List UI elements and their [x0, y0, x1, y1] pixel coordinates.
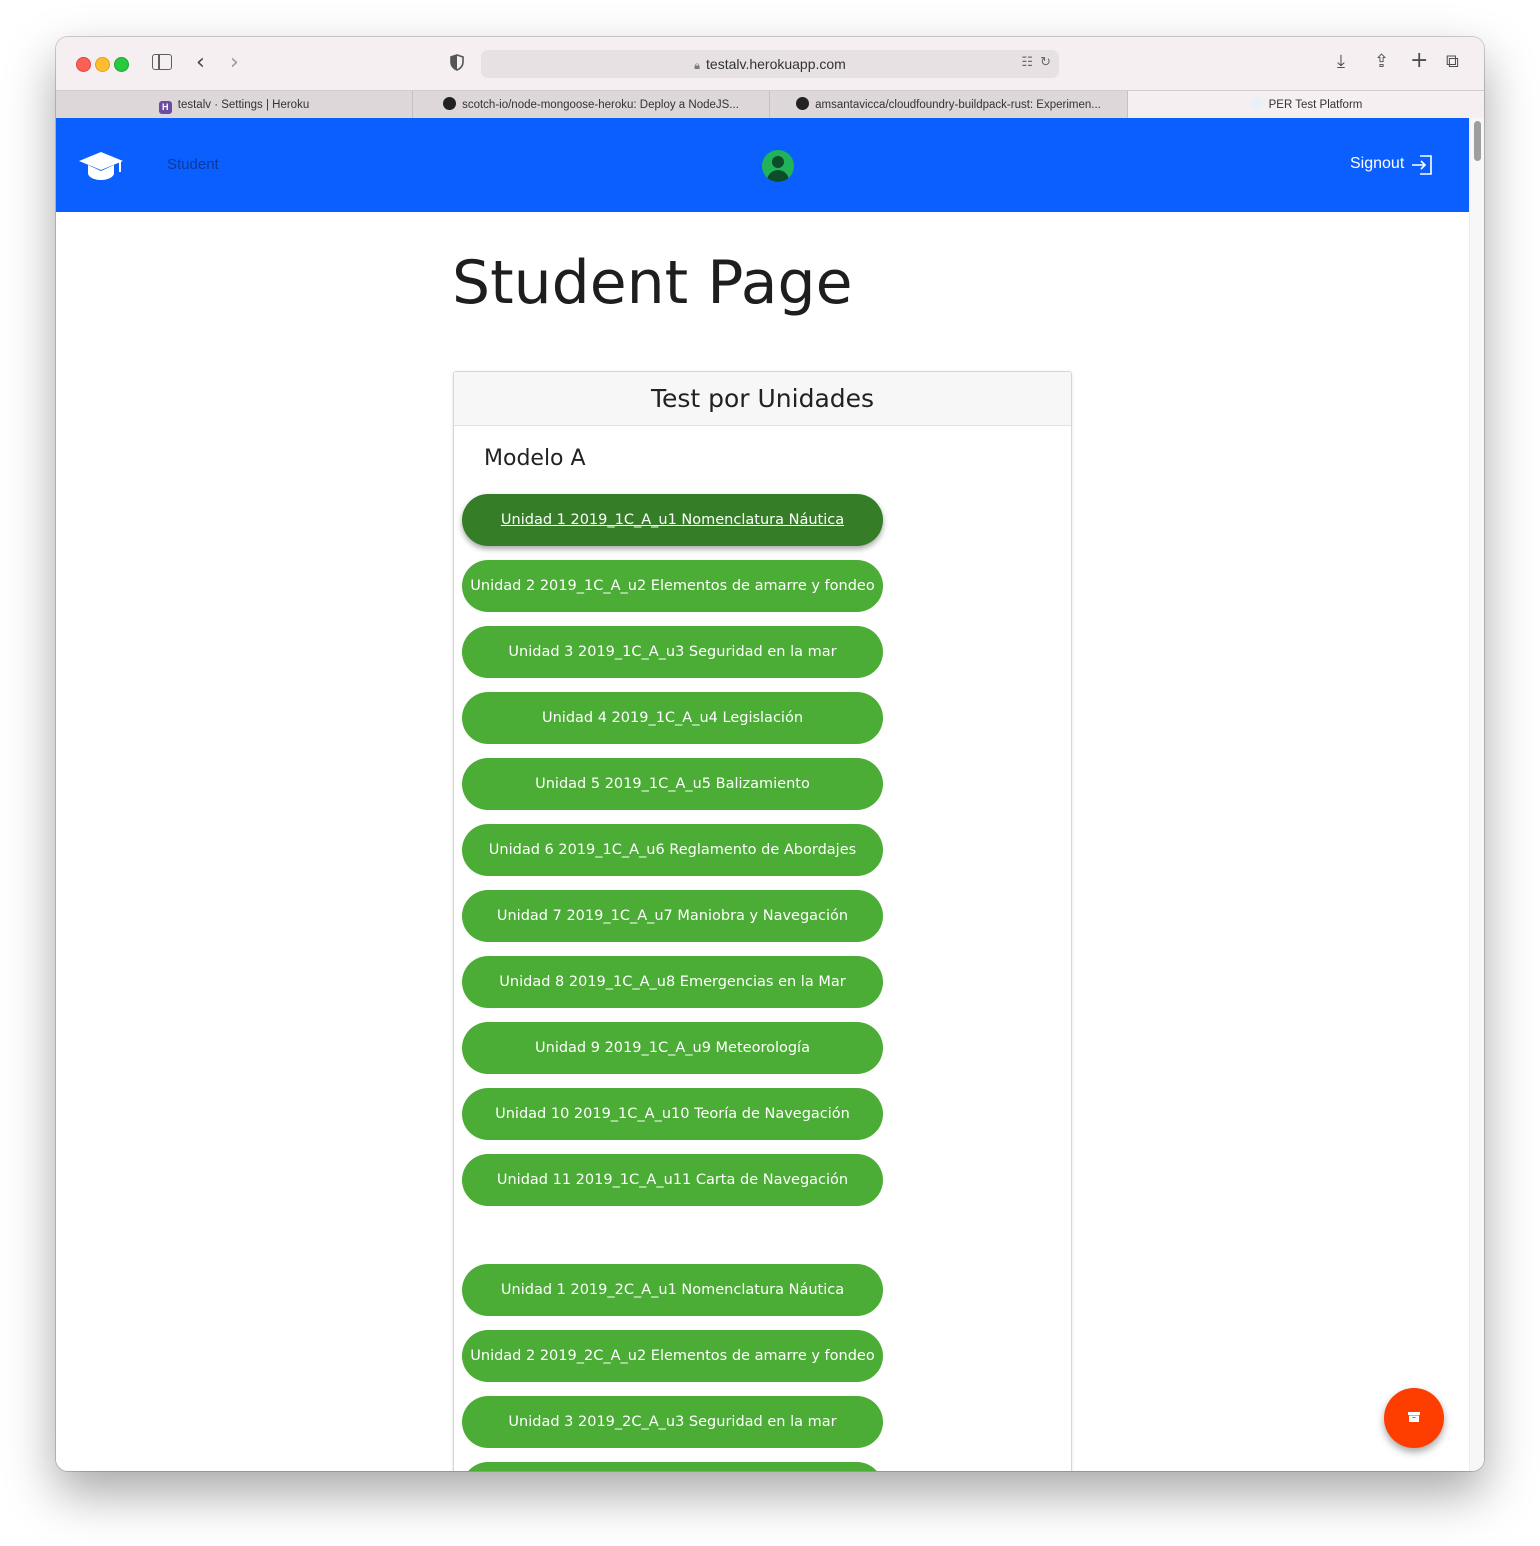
signout-link[interactable]: Signout [1350, 155, 1404, 173]
archive-box-icon [1408, 1412, 1420, 1422]
unit-test-button[interactable]: Unidad 9 2019_1C_A_u9 Meteorología [462, 1022, 883, 1074]
tab-github-node-mongoose[interactable]: scotch-io/node-mongoose-heroku: Deploy a… [413, 91, 770, 119]
scrollbar-thumb[interactable] [1474, 121, 1481, 161]
zoom-window-button[interactable] [114, 57, 129, 72]
tab-overview-icon[interactable]: ⧉ [1446, 51, 1459, 72]
unit-test-button[interactable]: Unidad 5 2019_1C_A_u5 Balizamiento [462, 758, 883, 810]
unit-test-button[interactable]: Unidad 1 2019_2C_A_u1 Nomenclatura Náuti… [462, 1264, 883, 1316]
reload-icon[interactable]: ↻ [1040, 55, 1051, 70]
unit-test-button[interactable]: Unidad 1 2019_1C_A_u1 Nomenclatura Náuti… [462, 494, 883, 546]
unit-test-button[interactable]: Unidad 2 2019_2C_A_u2 Elementos de amarr… [462, 1330, 883, 1382]
tab-github-buildpack-rust[interactable]: amsantavicca/cloudfoundry-buildpack-rust… [770, 91, 1128, 119]
browser-window: ‹ › 🔒︎ testalv.herokuapp.com ☷ ↻ ⤓ ⇪ + ⧉ … [56, 37, 1484, 1471]
tab-per-test-platform[interactable]: PER Test Platform [1128, 91, 1484, 119]
nav-student-link[interactable]: Student [167, 156, 219, 173]
lock-icon: 🔒︎ [694, 60, 701, 72]
unit-test-button[interactable]: Unidad 4 2019_1C_A_u4 Legislación [462, 692, 883, 744]
sidebar-toggle-icon[interactable] [152, 54, 172, 70]
unit-test-button[interactable] [462, 1462, 883, 1471]
heroku-icon: H [158, 101, 172, 114]
browser-toolbar: ‹ › 🔒︎ testalv.herokuapp.com ☷ ↻ ⤓ ⇪ + ⧉ [56, 37, 1484, 90]
unit-test-button[interactable]: Unidad 6 2019_1C_A_u6 Reglamento de Abor… [462, 824, 883, 876]
section-title: Modelo A [484, 446, 586, 471]
share-icon[interactable]: ⇪ [1374, 51, 1389, 72]
minimize-window-button[interactable] [95, 57, 110, 72]
github-icon [443, 97, 457, 110]
avatar[interactable] [762, 150, 794, 182]
per-icon [1249, 97, 1263, 110]
new-tab-icon[interactable]: + [1410, 48, 1428, 73]
top-navbar: Student Signout [56, 118, 1469, 212]
close-window-button[interactable] [76, 57, 91, 72]
unit-test-button[interactable]: Unidad 7 2019_1C_A_u7 Maniobra y Navegac… [462, 890, 883, 942]
tab-label: scotch-io/node-mongoose-heroku: Deploy a… [462, 99, 739, 111]
tab-label: amsantavicca/cloudfoundry-buildpack-rust… [815, 99, 1101, 111]
github-icon [796, 97, 810, 110]
tab-bar: Htestalv · Settings | Heroku scotch-io/n… [56, 90, 1484, 120]
unit-test-button[interactable]: Unidad 2 2019_1C_A_u2 Elementos de amarr… [462, 560, 883, 612]
forward-icon[interactable]: › [230, 50, 239, 75]
unit-test-button[interactable]: Unidad 11 2019_1C_A_u11 Carta de Navegac… [462, 1154, 883, 1206]
url-text: testalv.herokuapp.com [706, 56, 846, 72]
back-icon[interactable]: ‹ [196, 50, 205, 75]
card-header: Test por Unidades [454, 372, 1071, 426]
signout-icon[interactable] [1411, 154, 1433, 176]
scrollbar[interactable] [1469, 118, 1484, 1471]
translate-icon[interactable]: ☷ [1021, 55, 1033, 70]
page-title: Student Page [452, 248, 853, 318]
downloads-icon[interactable]: ⤓ [1337, 51, 1345, 72]
tab-label: PER Test Platform [1268, 99, 1363, 111]
tab-heroku-settings[interactable]: Htestalv · Settings | Heroku [56, 91, 413, 119]
unit-test-button[interactable]: Unidad 3 2019_2C_A_u3 Seguridad en la ma… [462, 1396, 883, 1448]
test-units-card: Test por Unidades Modelo A Unidad 1 2019… [453, 371, 1072, 1471]
unit-test-button[interactable]: Unidad 8 2019_1C_A_u8 Emergencias en la … [462, 956, 883, 1008]
unit-test-button[interactable]: Unidad 3 2019_1C_A_u3 Seguridad en la ma… [462, 626, 883, 678]
archive-fab-button[interactable] [1384, 1388, 1444, 1448]
unit-test-button[interactable]: Unidad 10 2019_1C_A_u10 Teoría de Navega… [462, 1088, 883, 1140]
privacy-shield-icon[interactable] [450, 54, 464, 71]
tab-label: testalv · Settings | Heroku [177, 99, 310, 111]
address-bar[interactable]: 🔒︎ testalv.herokuapp.com ☷ ↻ [481, 50, 1059, 78]
page-viewport: Student Signout Student Page Test por Un… [56, 118, 1484, 1471]
graduation-cap-icon[interactable] [78, 151, 124, 181]
